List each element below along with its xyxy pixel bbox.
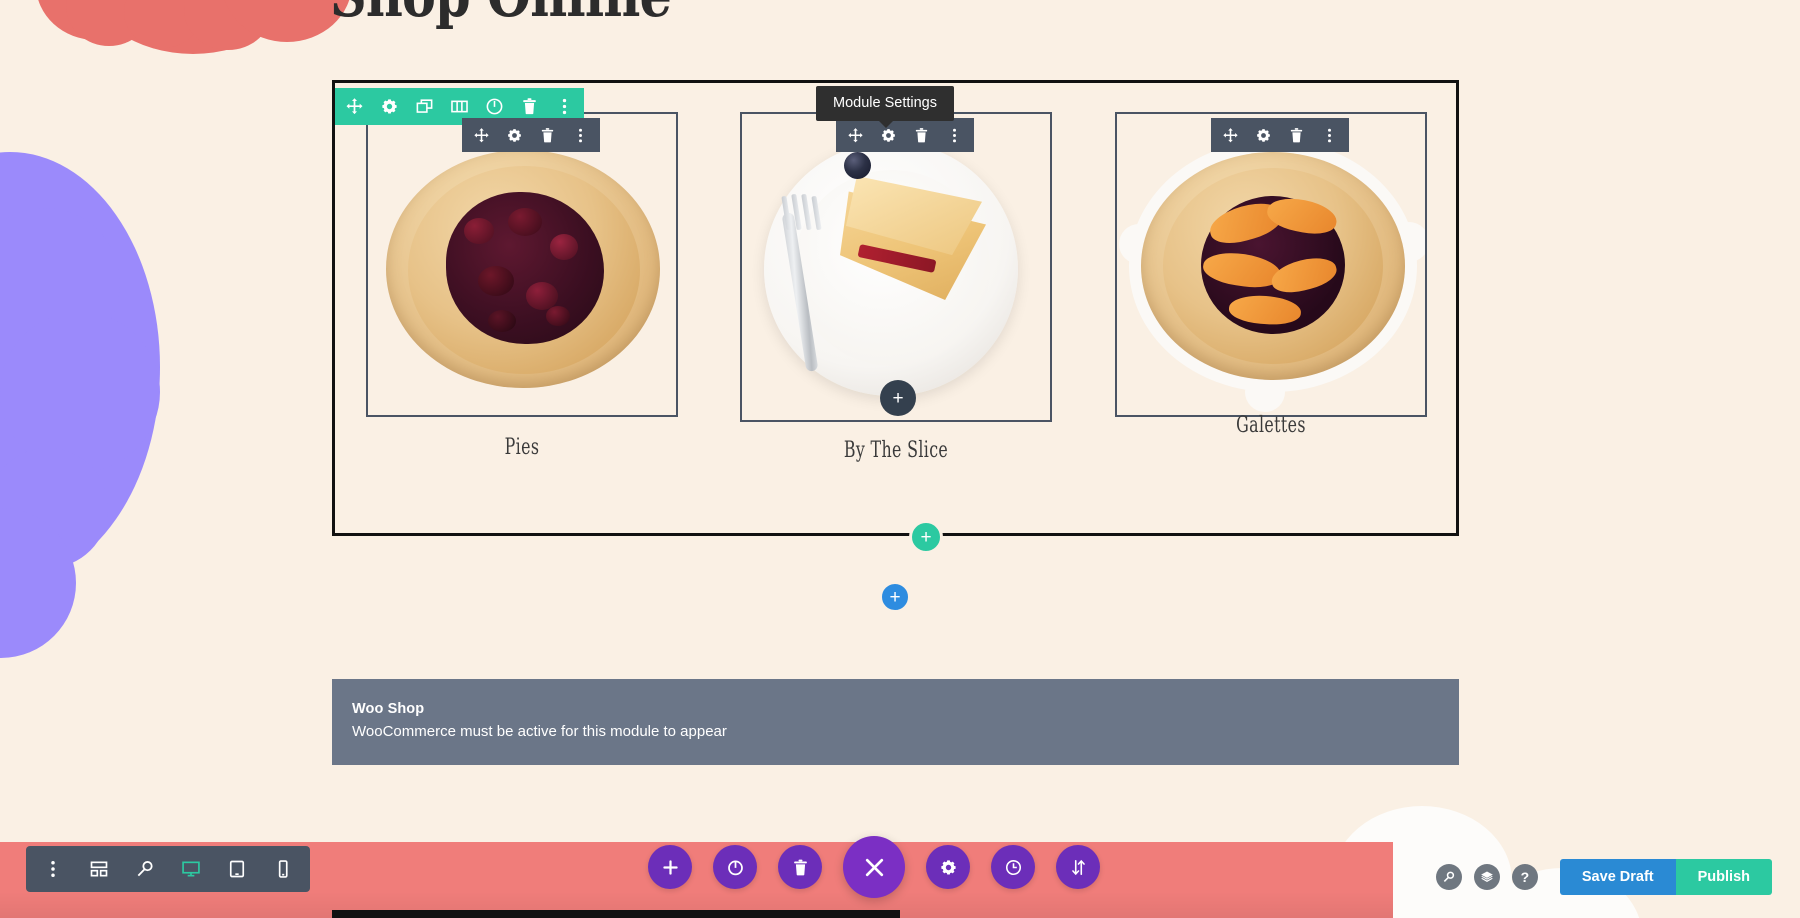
gear-icon (940, 859, 956, 875)
wireframe-icon[interactable] (89, 859, 109, 879)
module-settings-toolbar-galettes[interactable] (1211, 118, 1349, 152)
woo-shop-title: Woo Shop (352, 701, 425, 717)
tablet-icon[interactable] (227, 859, 247, 879)
portability-button[interactable] (1056, 845, 1100, 889)
plus-icon: + (920, 526, 932, 548)
move-icon[interactable] (847, 127, 864, 144)
product-image-frame[interactable] (1115, 112, 1427, 417)
module-settings-toolbar-by-the-slice[interactable] (836, 118, 974, 152)
power-icon (727, 860, 743, 875)
search-button[interactable] (1435, 864, 1462, 890)
add-section-button[interactable] (648, 845, 692, 889)
help-icon: ? (1520, 869, 1530, 885)
builder-action-toolbar[interactable] (648, 836, 1100, 898)
product-image-frame[interactable] (366, 112, 678, 417)
product-column-pies[interactable]: Pies (366, 112, 678, 460)
trash-icon[interactable] (913, 127, 930, 144)
more-options-icon[interactable] (43, 859, 63, 879)
move-icon[interactable] (1222, 127, 1239, 144)
help-button[interactable]: ? (1511, 864, 1538, 890)
trash-icon[interactable] (520, 97, 539, 116)
view-mode-toolbar[interactable] (26, 846, 310, 892)
close-builder-button[interactable] (843, 836, 905, 898)
more-options-icon[interactable] (572, 127, 589, 144)
power-icon[interactable] (485, 97, 504, 116)
woo-shop-description: WooCommerce must be active for this modu… (352, 723, 727, 740)
plus-icon: + (889, 586, 901, 608)
product-label: Galettes (1236, 413, 1306, 438)
phone-icon[interactable] (273, 859, 293, 879)
builder-canvas: Shop Online Pies (0, 0, 1800, 918)
plus-icon: + (892, 387, 904, 409)
search-icon (1443, 871, 1455, 882)
gear-icon[interactable] (506, 127, 523, 144)
move-icon[interactable] (345, 97, 364, 116)
product-column-galettes[interactable]: Galettes (1115, 112, 1427, 438)
toggle-builder-button[interactable] (713, 845, 757, 889)
decorative-purple-blob-shape (0, 152, 160, 658)
plus-icon (662, 859, 678, 875)
more-options-icon[interactable] (555, 97, 574, 116)
trash-icon (793, 859, 807, 875)
history-icon (1005, 859, 1021, 875)
clear-layout-button[interactable] (778, 845, 822, 889)
add-module-button[interactable]: + (880, 380, 916, 416)
decorative-red-cloud-shape (36, 0, 352, 54)
gear-icon[interactable] (880, 127, 897, 144)
product-image-frame[interactable] (740, 112, 1052, 422)
add-row-button[interactable]: + (909, 520, 943, 554)
trash-icon[interactable] (539, 127, 556, 144)
layers-view-button[interactable] (1473, 864, 1500, 890)
gear-icon[interactable] (1255, 127, 1272, 144)
editing-history-button[interactable] (991, 845, 1035, 889)
add-section-button[interactable]: + (879, 581, 911, 613)
product-label: By The Slice (843, 438, 949, 463)
builder-right-controls[interactable]: ? Save Draft Publish (1435, 859, 1772, 895)
layers-icon (1481, 871, 1493, 883)
publish-button[interactable]: Publish (1675, 859, 1772, 895)
desktop-icon[interactable] (181, 859, 201, 879)
page-title: Shop Online (330, 0, 672, 31)
more-options-icon[interactable] (946, 127, 963, 144)
module-settings-tooltip: Module Settings (816, 86, 954, 128)
pie-slice-illustration (742, 114, 1050, 420)
move-icon[interactable] (473, 127, 490, 144)
more-options-icon[interactable] (1321, 127, 1338, 144)
woo-shop-module-placeholder[interactable]: Woo Shop WooCommerce must be active for … (332, 679, 1459, 765)
zoom-out-icon[interactable] (135, 859, 155, 879)
trash-icon[interactable] (1288, 127, 1305, 144)
close-icon (865, 858, 883, 876)
duplicate-icon[interactable] (415, 97, 434, 116)
product-label: Pies (504, 435, 540, 460)
columns-icon[interactable] (450, 97, 469, 116)
gear-icon[interactable] (380, 97, 399, 116)
module-settings-toolbar-pies[interactable] (462, 118, 600, 152)
berry-galette-illustration (368, 114, 676, 415)
save-draft-button[interactable]: Save Draft (1559, 859, 1676, 895)
portability-icon (1071, 859, 1085, 875)
page-settings-button[interactable] (926, 845, 970, 889)
next-section-top-border (332, 910, 900, 918)
publish-controls[interactable]: Save Draft Publish (1559, 859, 1772, 895)
peach-galette-illustration (1117, 114, 1425, 415)
